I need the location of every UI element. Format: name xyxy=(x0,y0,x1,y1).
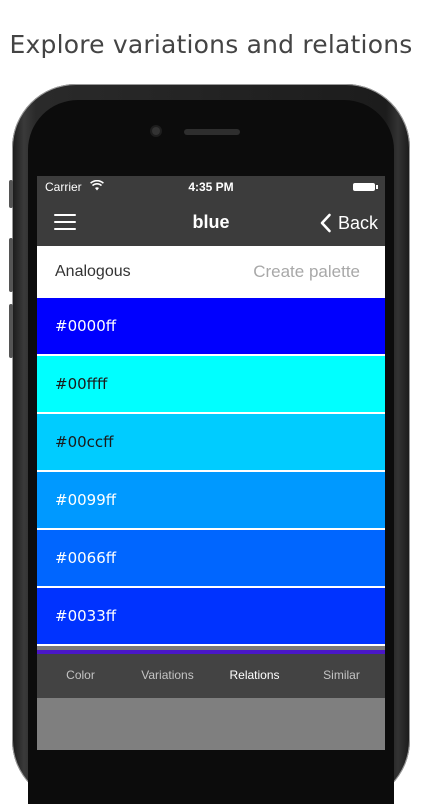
volume-down-button xyxy=(9,304,13,358)
volume-up-button xyxy=(9,238,13,292)
chevron-left-icon xyxy=(320,213,331,233)
promo-caption: Explore variations and relations xyxy=(9,30,413,59)
color-swatch-row[interactable]: #0066ff xyxy=(37,530,385,588)
create-palette-button[interactable]: Create palette xyxy=(253,262,360,282)
earpiece-speaker xyxy=(184,129,240,135)
swatch-hex-label: #0000ff xyxy=(55,317,117,335)
mute-switch xyxy=(9,180,13,208)
color-swatch-row[interactable]: #0099ff xyxy=(37,472,385,530)
swatch-hex-label: #0099ff xyxy=(55,491,117,509)
color-swatch-row[interactable]: #0000ff xyxy=(37,298,385,356)
tab-similar[interactable]: Similar xyxy=(298,654,385,698)
swatch-list: #0000ff #00ffff #00ccff #0099ff #0066ff #0033… xyxy=(37,298,385,646)
swatch-hex-label: #0033ff xyxy=(55,607,117,625)
tab-bar: Color Variations Relations Similar xyxy=(37,654,385,698)
relation-header: Analogous Create palette xyxy=(37,246,385,298)
navigation-bar: blue Back xyxy=(37,198,385,246)
tab-color[interactable]: Color xyxy=(37,654,124,698)
swatch-hex-label: #00ffff xyxy=(55,375,108,393)
color-swatch-row[interactable]: #00ffff xyxy=(37,356,385,414)
relation-title: Analogous xyxy=(55,263,131,280)
bottom-area xyxy=(37,698,385,750)
tab-variations[interactable]: Variations xyxy=(124,654,211,698)
back-label: Back xyxy=(337,212,378,233)
battery-icon xyxy=(353,183,378,191)
swatch-hex-label: #0066ff xyxy=(55,549,117,567)
color-swatch-row[interactable]: #00ccff xyxy=(37,414,385,472)
back-button[interactable]: Back xyxy=(319,210,378,236)
swatch-hex-label: #00ccff xyxy=(55,433,114,451)
phone-screen: Carrier 4:35 PM blue Back Analogous Crea… xyxy=(37,176,385,750)
color-swatch-row[interactable]: #0033ff xyxy=(37,588,385,646)
status-time: 4:35 PM xyxy=(188,180,234,194)
status-bar: Carrier 4:35 PM xyxy=(37,176,385,198)
front-camera xyxy=(152,127,160,135)
tab-relations[interactable]: Relations xyxy=(211,654,298,698)
